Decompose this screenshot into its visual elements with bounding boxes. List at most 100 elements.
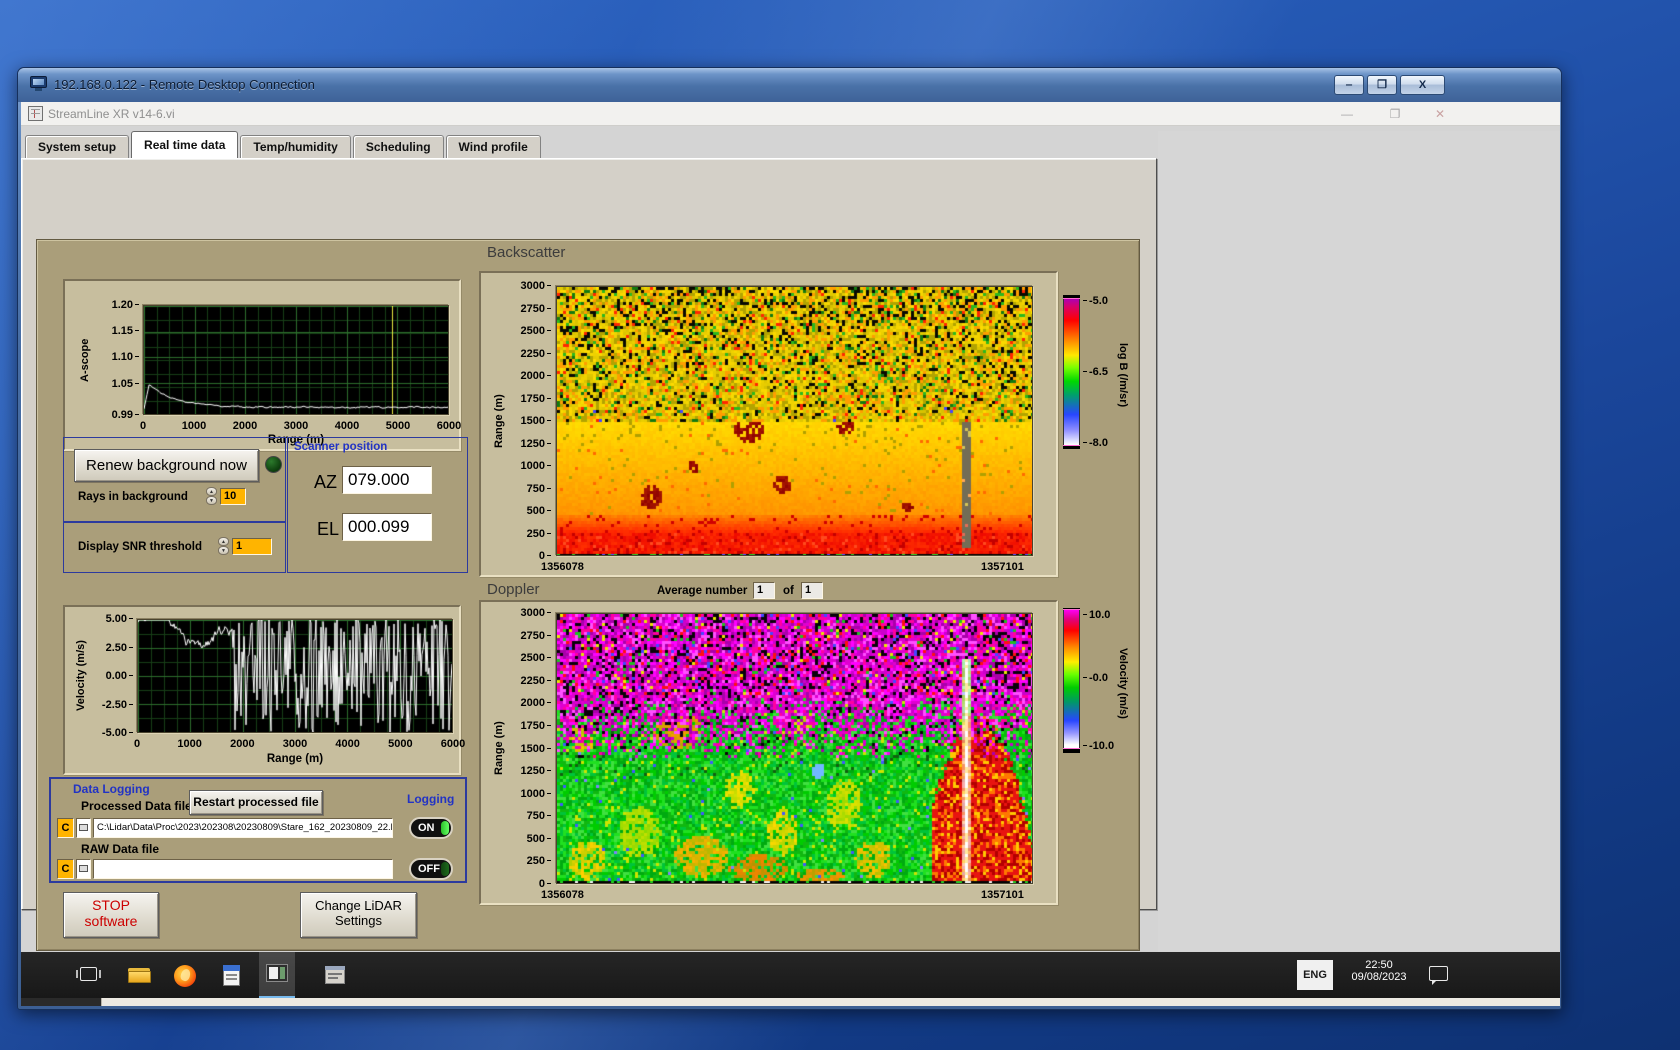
el-label: EL <box>317 519 340 539</box>
ascope-x-ticks: 0 1000 2000 3000 4000 5000 6000 <box>139 420 462 432</box>
raw-path-field[interactable] <box>93 859 393 879</box>
velocity-x-axis-label: Range (m) <box>266 753 324 765</box>
scan-scheduler-icon[interactable] <box>321 961 349 989</box>
logging-on-led <box>441 821 449 835</box>
tab-temp-humidity[interactable]: Temp/humidity <box>240 135 351 158</box>
document-app-icon[interactable] <box>218 961 246 989</box>
doppler-colorbar-label: Velocity (m/s) <box>1117 647 1129 719</box>
taskbar: ENG 22:50 09/08/2023 <box>21 952 1560 998</box>
language-indicator[interactable]: ENG <box>1297 960 1333 990</box>
backscatter-panel: Range (m) 3000 2750 2500 2250 2000 1750 1500 12… <box>479 271 1058 577</box>
az-value-field[interactable]: 079.000 <box>342 466 432 494</box>
app-maximize-button[interactable]: ❐ <box>1380 105 1410 123</box>
backscatter-colorbar[interactable] <box>1063 295 1080 449</box>
stop-button-line2: software <box>84 913 138 929</box>
scanner-position-title: Scanner position <box>294 441 388 453</box>
horizontal-scrollbar[interactable] <box>21 998 1560 1006</box>
folder-icon <box>79 865 88 872</box>
processed-path-field[interactable]: C:\Lidar\Data\Proc\2023\202308\20230809\… <box>93 818 393 838</box>
rdp-window: 192.168.0.122 - Remote Desktop Connectio… <box>17 67 1562 1010</box>
velocity-x-ticks: 0 1000 2000 3000 4000 5000 6000 <box>133 738 466 750</box>
app-minimize-button[interactable]: — <box>1332 105 1362 123</box>
notification-center-icon[interactable] <box>1429 966 1448 985</box>
average-total-field[interactable]: 1 <box>801 582 823 599</box>
doppler-colorbar[interactable] <box>1063 608 1080 753</box>
stop-software-button[interactable]: STOP software <box>63 892 159 938</box>
snr-threshold-box: Display SNR threshold ▲ ▼ 1 <box>63 522 286 573</box>
file-explorer-icon[interactable] <box>126 961 154 989</box>
ascope-y-axis-label: A-scope <box>79 338 91 382</box>
app-window-title: StreamLine XR v14-6.vi <box>48 107 175 121</box>
colorbar-bottom-cap <box>1063 445 1080 449</box>
tab-system-setup[interactable]: System setup <box>25 135 130 158</box>
stop-button-line1: STOP <box>92 897 130 913</box>
change-settings-line1: Change LiDAR <box>315 898 402 913</box>
velocity-y-axis-label: Velocity (m/s) <box>75 640 87 712</box>
backscatter-title: Backscatter <box>487 244 566 261</box>
doppler-time-start: 1356078 <box>541 889 584 901</box>
app-close-button[interactable]: ✕ <box>1425 105 1455 123</box>
remote-desktop-area: StreamLine XR v14-6.vi — ❐ ✕ System setu… <box>21 102 1560 1006</box>
processed-drive-selector[interactable]: C <box>57 818 74 838</box>
rays-spinner[interactable]: ▲ ▼ <box>206 487 217 505</box>
ascope-plot-panel: A-scope 1.20 1.15 1.10 1.05 0.99 0 1000 2000 30… <box>63 279 461 451</box>
clock-date: 09/08/2023 <box>1351 971 1407 983</box>
doppler-y-ticks: 3000 2750 2500 2250 2000 1750 1500 1250 1000 750 5… <box>507 607 551 890</box>
rdp-maximize-button[interactable]: ❐ <box>1367 75 1397 95</box>
backscatter-y-axis-label: Range (m) <box>493 394 505 448</box>
background-controls-box: Renew background now Rays in background … <box>63 437 286 522</box>
app-titlebar[interactable]: StreamLine XR v14-6.vi — ❐ ✕ <box>21 102 1560 126</box>
clock[interactable]: 22:50 09/08/2023 <box>1341 959 1417 991</box>
of-label: of <box>783 585 794 597</box>
raw-browse-button[interactable] <box>76 859 91 879</box>
ascope-plot-area[interactable] <box>143 305 449 415</box>
firefox-icon[interactable] <box>172 961 200 989</box>
velocity-plot-area[interactable] <box>137 619 453 733</box>
raw-logging-toggle[interactable]: OFF <box>409 858 453 880</box>
processed-browse-button[interactable] <box>76 818 91 838</box>
change-lidar-settings-button[interactable]: Change LiDAR Settings <box>300 892 417 938</box>
rdp-minimize-button[interactable]: ‒ <box>1334 75 1364 95</box>
task-view-icon[interactable] <box>75 961 103 989</box>
rdp-titlebar[interactable]: 192.168.0.122 - Remote Desktop Connectio… <box>18 68 1561 102</box>
processed-logging-toggle[interactable]: ON <box>409 817 453 839</box>
raw-data-file-label: RAW Data file <box>81 842 160 856</box>
change-settings-line2: Settings <box>335 913 382 928</box>
rdp-close-button[interactable]: X <box>1400 75 1445 95</box>
doppler-y-axis-label: Range (m) <box>493 721 505 776</box>
logging-off-led <box>441 862 449 876</box>
colorbar-bottom-cap <box>1063 748 1080 753</box>
scanner-position-box: Scanner position AZ 079.000 EL 000.099 <box>287 437 468 573</box>
clock-time: 22:50 <box>1365 959 1393 971</box>
language-code: ENG <box>1303 969 1327 981</box>
tab-wind-profile[interactable]: Wind profile <box>445 135 541 158</box>
data-logging-title: Data Logging <box>73 782 150 796</box>
restart-processed-file-button[interactable]: Restart processed file <box>189 790 323 815</box>
tab-scheduling[interactable]: Scheduling <box>352 135 444 158</box>
renew-background-button[interactable]: Renew background now <box>74 449 259 482</box>
raw-drive-selector[interactable]: C <box>57 859 74 879</box>
vi-icon <box>28 106 43 121</box>
snr-value-field[interactable]: 1 <box>232 538 272 555</box>
rays-in-background-label: Rays in background <box>78 491 188 503</box>
tab-page-real-time-data: A-scope 1.20 1.15 1.10 1.05 0.99 0 1000 2000 30… <box>21 158 1157 951</box>
rdp-window-title: 192.168.0.122 - Remote Desktop Connectio… <box>54 77 315 92</box>
renew-background-led <box>265 456 282 473</box>
average-number-label: Average number <box>657 585 748 597</box>
average-number-field[interactable]: 1 <box>753 582 775 599</box>
el-value-field[interactable]: 000.099 <box>342 513 432 541</box>
colorbar-top-cap <box>1063 295 1080 299</box>
active-display-app-icon[interactable] <box>259 952 295 998</box>
tab-real-time-data[interactable]: Real time data <box>131 131 239 158</box>
data-logging-box: Data Logging Processed Data file Restart… <box>49 777 467 883</box>
backscatter-time-end: 1357101 <box>981 561 1024 573</box>
velocity-y-ticks: 5.00 2.50 0.00 -2.50 -5.00 <box>91 613 133 739</box>
processed-data-file-label: Processed Data file <box>81 799 192 813</box>
main-panel: A-scope 1.20 1.15 1.10 1.05 0.99 0 1000 2000 30… <box>36 239 1140 951</box>
doppler-title: Doppler <box>487 581 540 598</box>
processed-logging-state: ON <box>418 822 435 834</box>
backscatter-colorbar-label: log B (/m/sr) <box>1117 342 1129 408</box>
backscatter-heatmap <box>556 286 1033 556</box>
rays-value-field[interactable]: 10 <box>220 488 246 505</box>
snr-spinner[interactable]: ▲ ▼ <box>218 537 229 555</box>
